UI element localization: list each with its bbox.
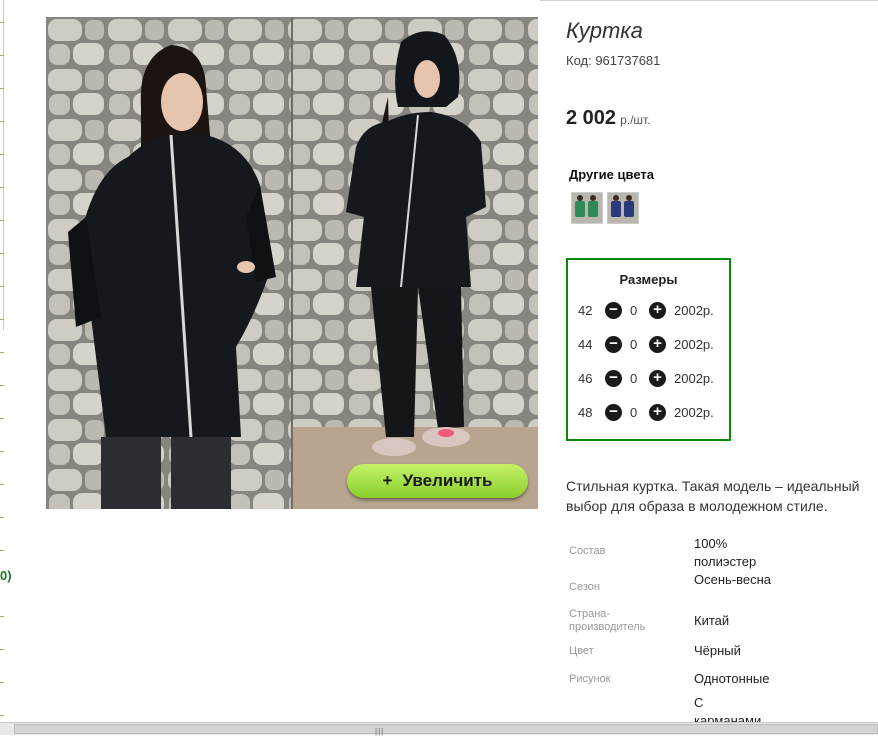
tick-mark <box>0 451 4 452</box>
size-price: 2002р. <box>674 337 714 352</box>
color-swatch-green[interactable] <box>571 192 603 224</box>
minus-icon[interactable]: − <box>605 370 622 387</box>
plus-icon[interactable]: + <box>649 336 666 353</box>
attribute-label: Страна-производитель <box>569 608 646 633</box>
tick-mark <box>0 352 4 353</box>
tick-mark <box>0 319 4 320</box>
size-row-42: 42 − 0 + 2002р. <box>568 300 729 322</box>
size-price: 2002р. <box>674 371 714 386</box>
sidebar-text-fragment: 0) <box>0 568 12 583</box>
other-colors-title: Другие цвета <box>569 167 654 182</box>
tick-mark <box>0 550 4 551</box>
grip-icon: ||| <box>375 727 385 736</box>
quantity-value: 0 <box>630 405 638 420</box>
tick-mark <box>0 187 4 188</box>
attribute-label: Рисунок <box>569 673 611 685</box>
product-price: 2 002 р./шт. <box>566 107 651 130</box>
size-row-48: 48 − 0 + 2002р. <box>568 402 729 424</box>
tick-mark <box>0 385 4 386</box>
tick-mark <box>0 715 4 716</box>
attribute-value: Чёрный <box>694 643 741 658</box>
minus-icon[interactable]: − <box>605 302 622 319</box>
tick-mark <box>0 55 4 56</box>
attribute-value: Китай <box>694 613 730 628</box>
top-divider <box>540 0 878 1</box>
tick-mark <box>0 121 4 122</box>
left-edge-fragment: 0) <box>0 0 14 734</box>
color-swatch-navy[interactable] <box>607 192 639 224</box>
tick-mark <box>0 154 4 155</box>
tick-mark <box>0 286 4 287</box>
plus-icon[interactable]: + <box>649 370 666 387</box>
product-description: Стильная куртка. Такая модель – идеальны… <box>566 478 860 514</box>
size-row-46: 46 − 0 + 2002р. <box>568 368 729 390</box>
tick-mark <box>0 88 4 89</box>
size-label: 44 <box>578 337 593 352</box>
zoom-button[interactable]: + Увеличить <box>347 464 528 498</box>
product-photo-illustration <box>46 17 538 509</box>
attribute-value: Осень-весна <box>694 572 772 587</box>
tick-mark <box>0 253 4 254</box>
divider <box>3 0 4 330</box>
tick-mark <box>0 418 4 419</box>
price-unit: р./шт. <box>620 113 651 127</box>
plus-icon: + <box>382 471 393 490</box>
attribute-label: Сезон <box>569 581 600 593</box>
price-value: 2 002 <box>566 107 617 129</box>
product-photo[interactable] <box>46 17 538 509</box>
size-row-44: 44 − 0 + 2002р. <box>568 334 729 356</box>
zoom-button-label: Увеличить <box>402 471 493 490</box>
size-price: 2002р. <box>674 405 714 420</box>
navy-jacket-thumbnail <box>608 193 638 223</box>
product-title: Куртка <box>566 18 643 43</box>
tick-mark <box>0 649 4 650</box>
tick-mark <box>0 616 4 617</box>
size-label: 48 <box>578 405 593 420</box>
tick-mark <box>0 682 4 683</box>
minus-icon[interactable]: − <box>605 404 622 421</box>
attribute-value: Однотонные <box>694 671 770 686</box>
quantity-value: 0 <box>630 337 638 352</box>
tick-mark <box>0 517 4 518</box>
tick-mark <box>0 484 4 485</box>
quantity-value: 0 <box>630 303 638 318</box>
attribute-label: Цвет <box>569 645 594 657</box>
plus-icon[interactable]: + <box>649 404 666 421</box>
scrollbar-thumb[interactable]: ||| <box>14 724 878 736</box>
tick-mark <box>0 22 4 23</box>
product-code: Код: 961737681 <box>566 53 661 68</box>
sizes-title: Размеры <box>619 272 678 287</box>
sizes-panel: Размеры 42 − 0 + 2002р. 44 − 0 + 2002р. … <box>566 258 731 441</box>
green-jacket-thumbnail <box>572 193 602 223</box>
size-price: 2002р. <box>674 303 714 318</box>
plus-icon[interactable]: + <box>649 302 666 319</box>
size-label: 46 <box>578 371 593 386</box>
minus-icon[interactable]: − <box>605 336 622 353</box>
quantity-value: 0 <box>630 371 638 386</box>
tick-mark <box>0 220 4 221</box>
size-label: 42 <box>578 303 593 318</box>
attribute-label: Состав <box>569 545 606 557</box>
horizontal-scrollbar[interactable]: ||| <box>0 722 878 736</box>
attribute-value: 100% полиэстер <box>694 536 757 569</box>
